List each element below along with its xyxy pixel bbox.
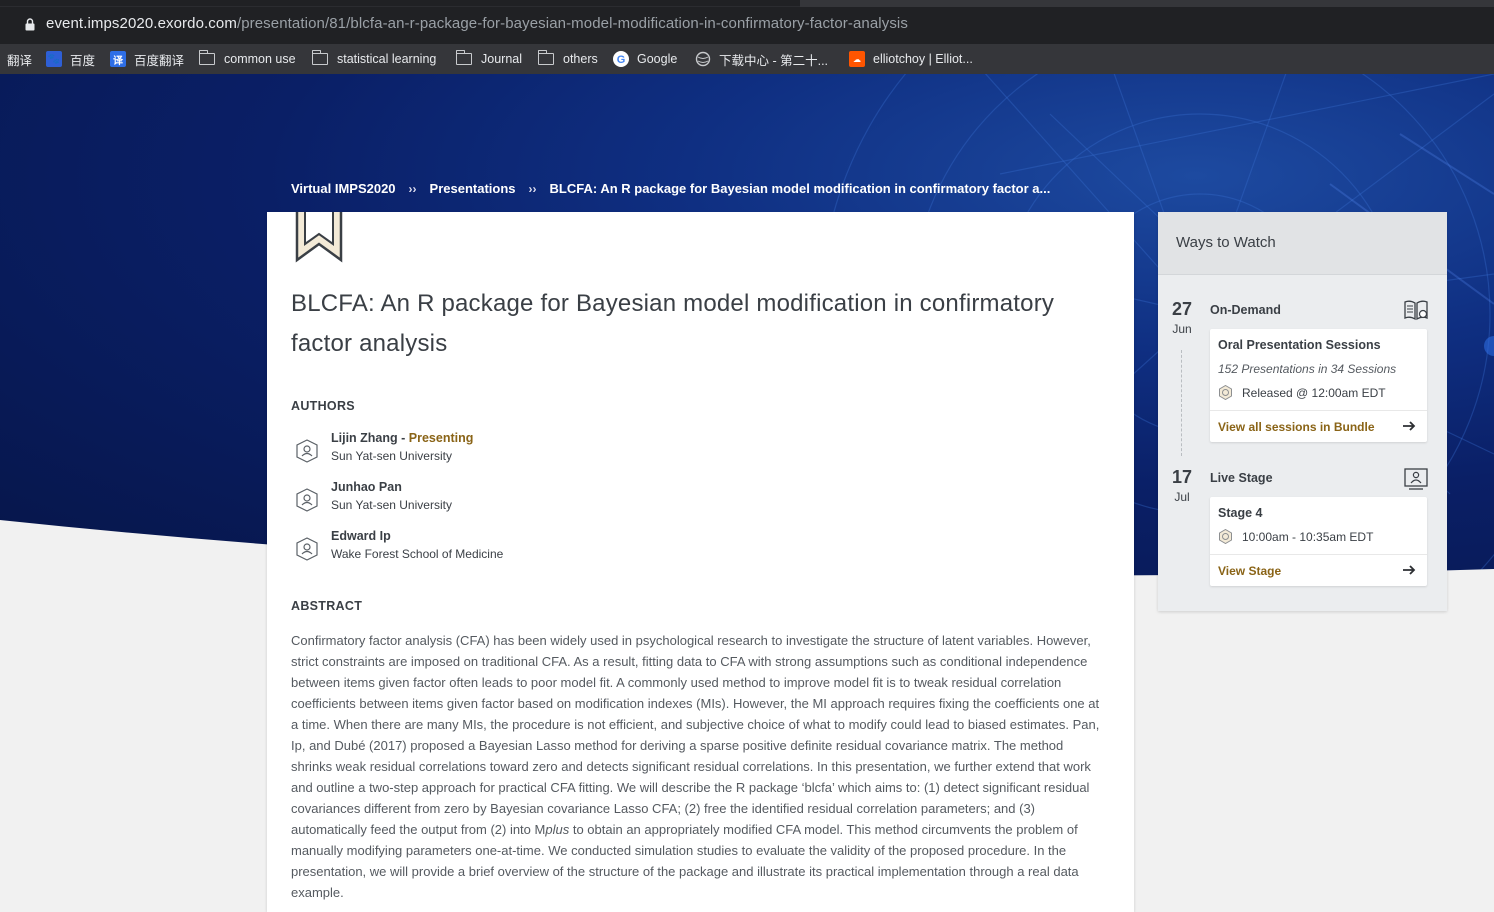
book-icon	[1404, 300, 1428, 321]
bookmark-folder-others[interactable]: others	[537, 49, 598, 69]
address-bar[interactable]: event.imps2020.exordo.com/presentation/8…	[0, 7, 1494, 44]
author-badge-icon	[296, 488, 318, 512]
ways-to-watch-header: Ways to Watch	[1158, 212, 1447, 275]
abstract-heading: ABSTRACT	[291, 599, 363, 613]
baidu-paw-icon: 🐾	[46, 51, 62, 67]
author-badge-icon	[296, 439, 318, 463]
bookmark-baidu[interactable]: 🐾 百度	[46, 49, 95, 69]
abstract-text: Confirmatory factor analysis (CFA) has b…	[291, 630, 1106, 903]
card-subtitle: 152 Presentations in 34 Sessions	[1218, 362, 1397, 376]
author-name: Lijin Zhang - Presenting	[331, 431, 474, 445]
url-host: event.imps2020.exordo.com	[46, 15, 237, 32]
presenting-label: Presenting	[408, 431, 474, 445]
browser-toolbar: event.imps2020.exordo.com/presentation/8…	[0, 0, 1494, 44]
view-bundle-link[interactable]: View all sessions in Bundle	[1210, 410, 1427, 442]
bookmark-google[interactable]: G Google	[613, 49, 677, 69]
bookmark-elliotchoy[interactable]: ☁ elliotchoy | Elliot...	[849, 49, 973, 69]
bookmark-translate[interactable]: 翻译	[7, 49, 32, 69]
bookmarks-bar: 翻译 🐾 百度 译 百度翻译 common use statistical le…	[0, 44, 1494, 74]
card-time-text: Released @ 12:00am EDT	[1242, 385, 1386, 400]
bookmark-label: 百度	[70, 53, 96, 68]
view-stage-label: View Stage	[1218, 564, 1282, 578]
watch-type-label: Live Stage	[1210, 471, 1273, 485]
bookmark-label: 翻译	[7, 53, 33, 68]
breadcrumb-presentations[interactable]: Presentations	[430, 181, 516, 196]
svg-text:G: G	[617, 54, 626, 66]
bookmark-download-center[interactable]: 下载中心 - 第二十...	[695, 49, 828, 69]
folder-icon	[455, 50, 472, 65]
author-name: Junhao Pan	[331, 480, 402, 494]
bookmark-label: common use	[224, 52, 296, 66]
view-stage-link[interactable]: View Stage	[1210, 554, 1427, 586]
clock-icon	[1219, 529, 1232, 544]
live-stage-card: Stage 4 10:00am - 10:35am EDT View Stage	[1210, 497, 1427, 586]
author-badge-icon	[296, 537, 318, 561]
author-affiliation: Sun Yat-sen University	[331, 449, 452, 463]
bookmark-label: others	[563, 52, 598, 66]
clock-icon	[1219, 385, 1232, 400]
url-text[interactable]: event.imps2020.exordo.com/presentation/8…	[46, 15, 908, 32]
author-name-text: Lijin Zhang	[331, 431, 398, 445]
card-title: Stage 4	[1218, 506, 1263, 520]
bookmark-label: 百度翻译	[134, 53, 185, 68]
arrow-right-icon	[1403, 421, 1416, 431]
folder-icon	[537, 50, 554, 65]
date-month: Jul	[1174, 490, 1190, 504]
breadcrumb-separator: ››	[408, 181, 417, 196]
ways-to-watch-title: Ways to Watch	[1176, 234, 1276, 251]
card-time: 10:00am - 10:35am EDT	[1218, 529, 1373, 544]
author-affiliation: Wake Forest School of Medicine	[331, 547, 504, 561]
bookmark-label: statistical learning	[337, 52, 437, 66]
breadcrumb-event[interactable]: Virtual IMPS2020	[291, 181, 396, 196]
abstract-italic: plus	[545, 822, 570, 837]
bookmark-folder-journal[interactable]: Journal	[455, 49, 522, 69]
date-day: 27	[1171, 299, 1193, 319]
bookmark-label: 下载中心 - 第二十...	[719, 53, 829, 68]
author-name: Edward Ip	[331, 529, 391, 543]
tab-strip	[0, 0, 1494, 7]
breadcrumb-separator: ››	[528, 181, 537, 196]
card-title: Oral Presentation Sessions	[1218, 338, 1381, 352]
bookmark-folder-common-use[interactable]: common use	[198, 49, 296, 69]
breadcrumb: Virtual IMPS2020 ›› Presentations ›› BLC…	[291, 181, 1050, 196]
date-month: Jun	[1172, 322, 1192, 336]
bookmark-folder-statistical-learning[interactable]: statistical learning	[311, 49, 437, 69]
card-time: Released @ 12:00am EDT	[1218, 385, 1386, 400]
breadcrumb-current: BLCFA: An R package for Bayesian model m…	[549, 181, 1051, 196]
url-path: /presentation/81/blcfa-an-r-package-for-…	[236, 15, 908, 32]
timeline-connector	[1181, 350, 1182, 456]
card-time-text: 10:00am - 10:35am EDT	[1242, 529, 1374, 544]
watch-type-label: On-Demand	[1210, 303, 1281, 317]
bookmark-baidu-translate[interactable]: 译 百度翻译	[110, 49, 184, 69]
author-affiliation: Sun Yat-sen University	[331, 498, 452, 512]
soundcloud-icon: ☁	[849, 51, 865, 67]
arrow-right-icon	[1403, 565, 1416, 575]
bookmark-label: Journal	[481, 52, 522, 66]
on-demand-card: Oral Presentation Sessions 152 Presentat…	[1210, 329, 1427, 442]
bookmark-label: elliotchoy | Elliot...	[873, 52, 973, 66]
bookmark-icon[interactable]	[295, 212, 343, 264]
abstract-part-1: Confirmatory factor analysis (CFA) has b…	[291, 633, 1100, 837]
baidu-translate-icon: 译	[110, 51, 126, 67]
presenter-icon	[1404, 468, 1428, 490]
globe-icon	[695, 51, 711, 67]
folder-icon	[198, 50, 215, 65]
presentation-card: BLCFA: An R package for Bayesian model m…	[267, 212, 1134, 912]
lock-icon	[25, 18, 35, 31]
authors-heading: AUTHORS	[291, 399, 355, 413]
page-title: BLCFA: An R package for Bayesian model m…	[291, 290, 1055, 357]
folder-icon	[311, 50, 328, 65]
ways-to-watch-panel: Ways to Watch 27 Jun On-Demand Oral Pres…	[1158, 212, 1447, 611]
bookmark-label: Google	[637, 52, 678, 66]
view-bundle-label: View all sessions in Bundle	[1218, 420, 1375, 434]
google-icon: G	[613, 51, 629, 67]
date-day: 17	[1171, 467, 1193, 487]
